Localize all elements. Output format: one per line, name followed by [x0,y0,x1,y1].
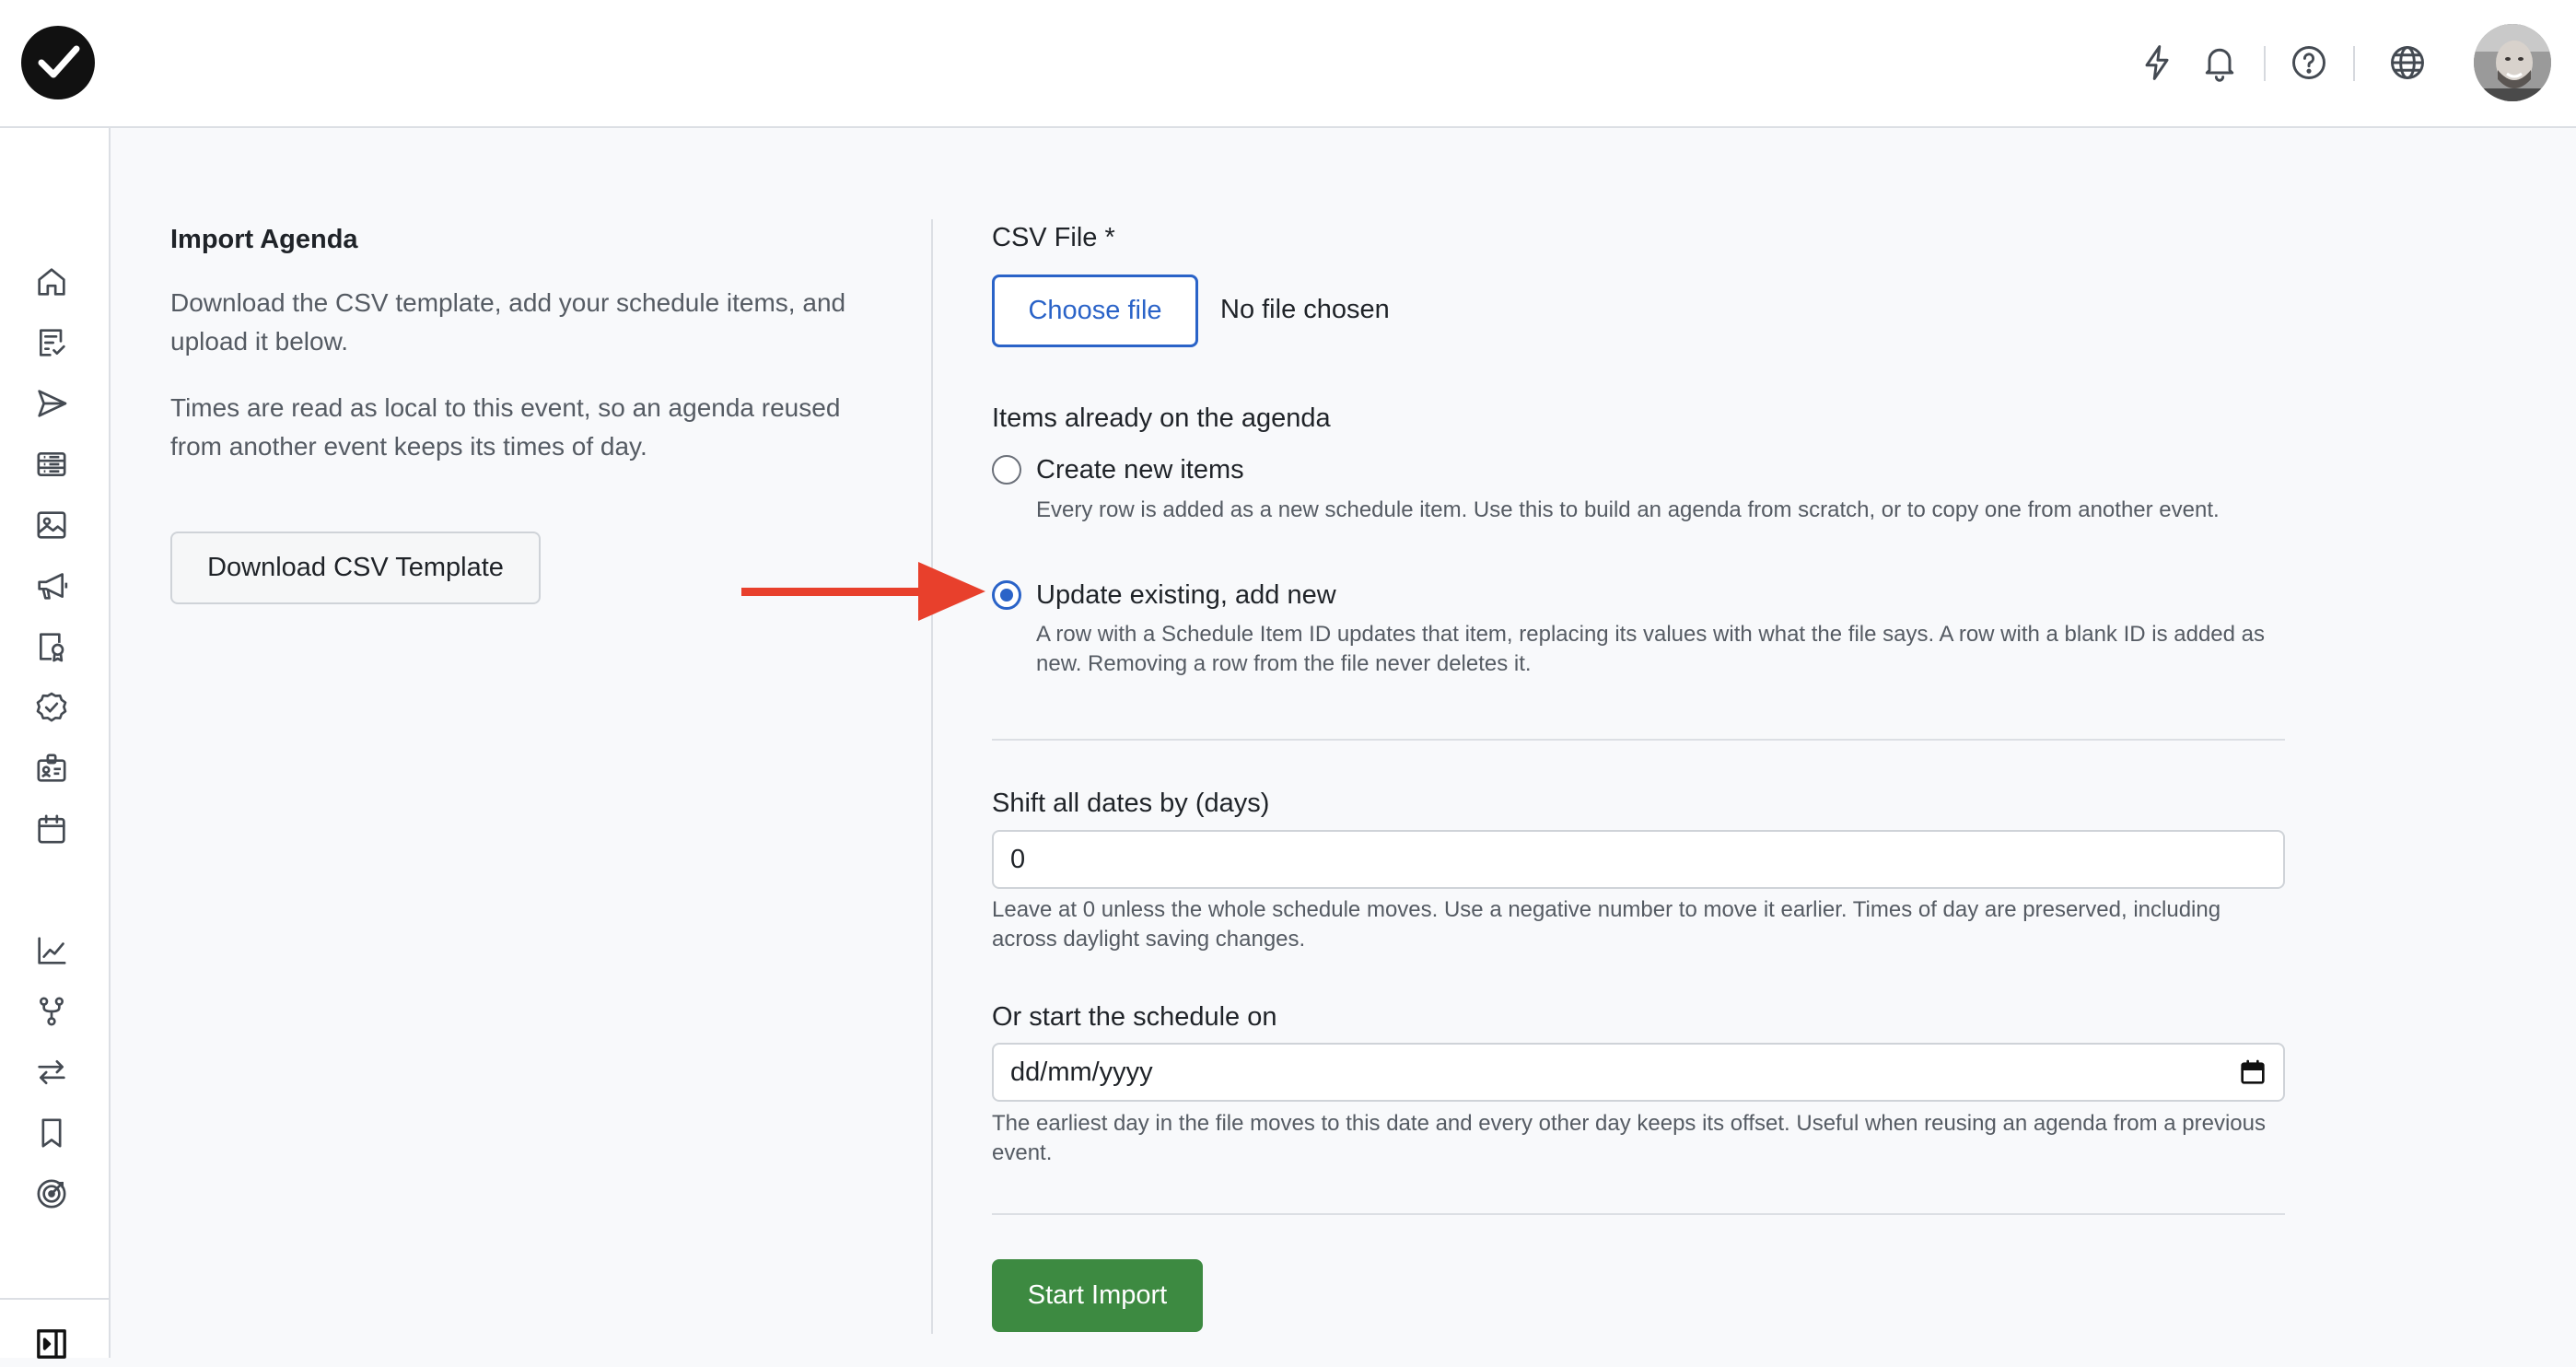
chart-icon[interactable] [33,932,70,969]
top-bar [0,0,2576,128]
globe-icon[interactable] [2387,42,2428,83]
sidebar-divider [0,1298,109,1300]
description-text: Download the CSV template, add your sche… [170,288,846,356]
logo-check-icon[interactable] [21,26,95,99]
shift-days-hint: Leave at 0 unless the whole schedule mov… [992,897,2221,952]
home-icon[interactable] [33,263,70,300]
start-date-label: Or start the schedule on [992,1002,1277,1032]
download-csv-template-button[interactable]: Download CSV Template [170,532,541,604]
help-icon[interactable] [2289,42,2329,83]
shift-days-label: Shift all dates by (days) [992,789,1270,818]
id-card-icon[interactable] [33,750,70,787]
description-text: Times are read as local to this event, s… [170,393,841,461]
swap-icon[interactable] [33,1054,70,1091]
annotation-arrow-icon [741,562,985,621]
option-hint-update-existing: A row with a Schedule Item ID updates th… [1036,622,2266,676]
megaphone-icon[interactable] [33,567,70,604]
page-title: Import Agenda [170,225,358,254]
column-divider [931,219,933,1334]
send-icon[interactable] [33,385,70,422]
image-icon[interactable] [33,507,70,543]
calendar-picker-icon[interactable] [2238,1057,2267,1087]
lightning-icon[interactable] [2137,42,2177,83]
csv-file-label: CSV File * [992,223,1115,252]
import-description: Import Agenda Download the CSV template,… [170,217,852,466]
option-label-update-existing[interactable]: Update existing, add new [1036,577,1336,613]
no-file-text: No file chosen [1220,295,1390,324]
sidebar [0,128,111,1359]
start-date-hint: The earliest day in the file moves to th… [992,1111,2266,1165]
section-divider [992,739,2285,741]
items-section-label: Items already on the agenda [992,403,1331,433]
start-import-button[interactable]: Start Import [992,1259,1203,1332]
badge-icon[interactable] [33,628,70,665]
toolbar-separator [2353,46,2355,81]
target-icon[interactable] [33,1175,70,1212]
bell-icon[interactable] [2199,42,2240,83]
option-label-create-new[interactable]: Create new items [1036,451,1244,488]
choose-file-button[interactable]: Choose file [992,275,1198,347]
user-avatar[interactable] [2474,24,2551,101]
bookmark-icon[interactable] [33,1115,70,1151]
radio-create-new-items[interactable] [992,455,1021,485]
option-hint-create-new: Every row is added as a new schedule ite… [1036,497,2220,522]
toolbar-separator [2264,46,2266,81]
section-divider [992,1213,2285,1215]
list-icon[interactable] [33,446,70,483]
checklist-icon[interactable] [33,324,70,361]
start-date-input[interactable]: dd/mm/yyyy [992,1043,2285,1102]
radio-update-existing[interactable] [992,580,1021,610]
check-circle-icon[interactable] [33,689,70,726]
shift-days-input[interactable]: 0 [992,830,2285,889]
panel-toggle-icon[interactable] [33,1326,70,1362]
branch-icon[interactable] [33,993,70,1030]
calendar-icon[interactable] [33,811,70,847]
